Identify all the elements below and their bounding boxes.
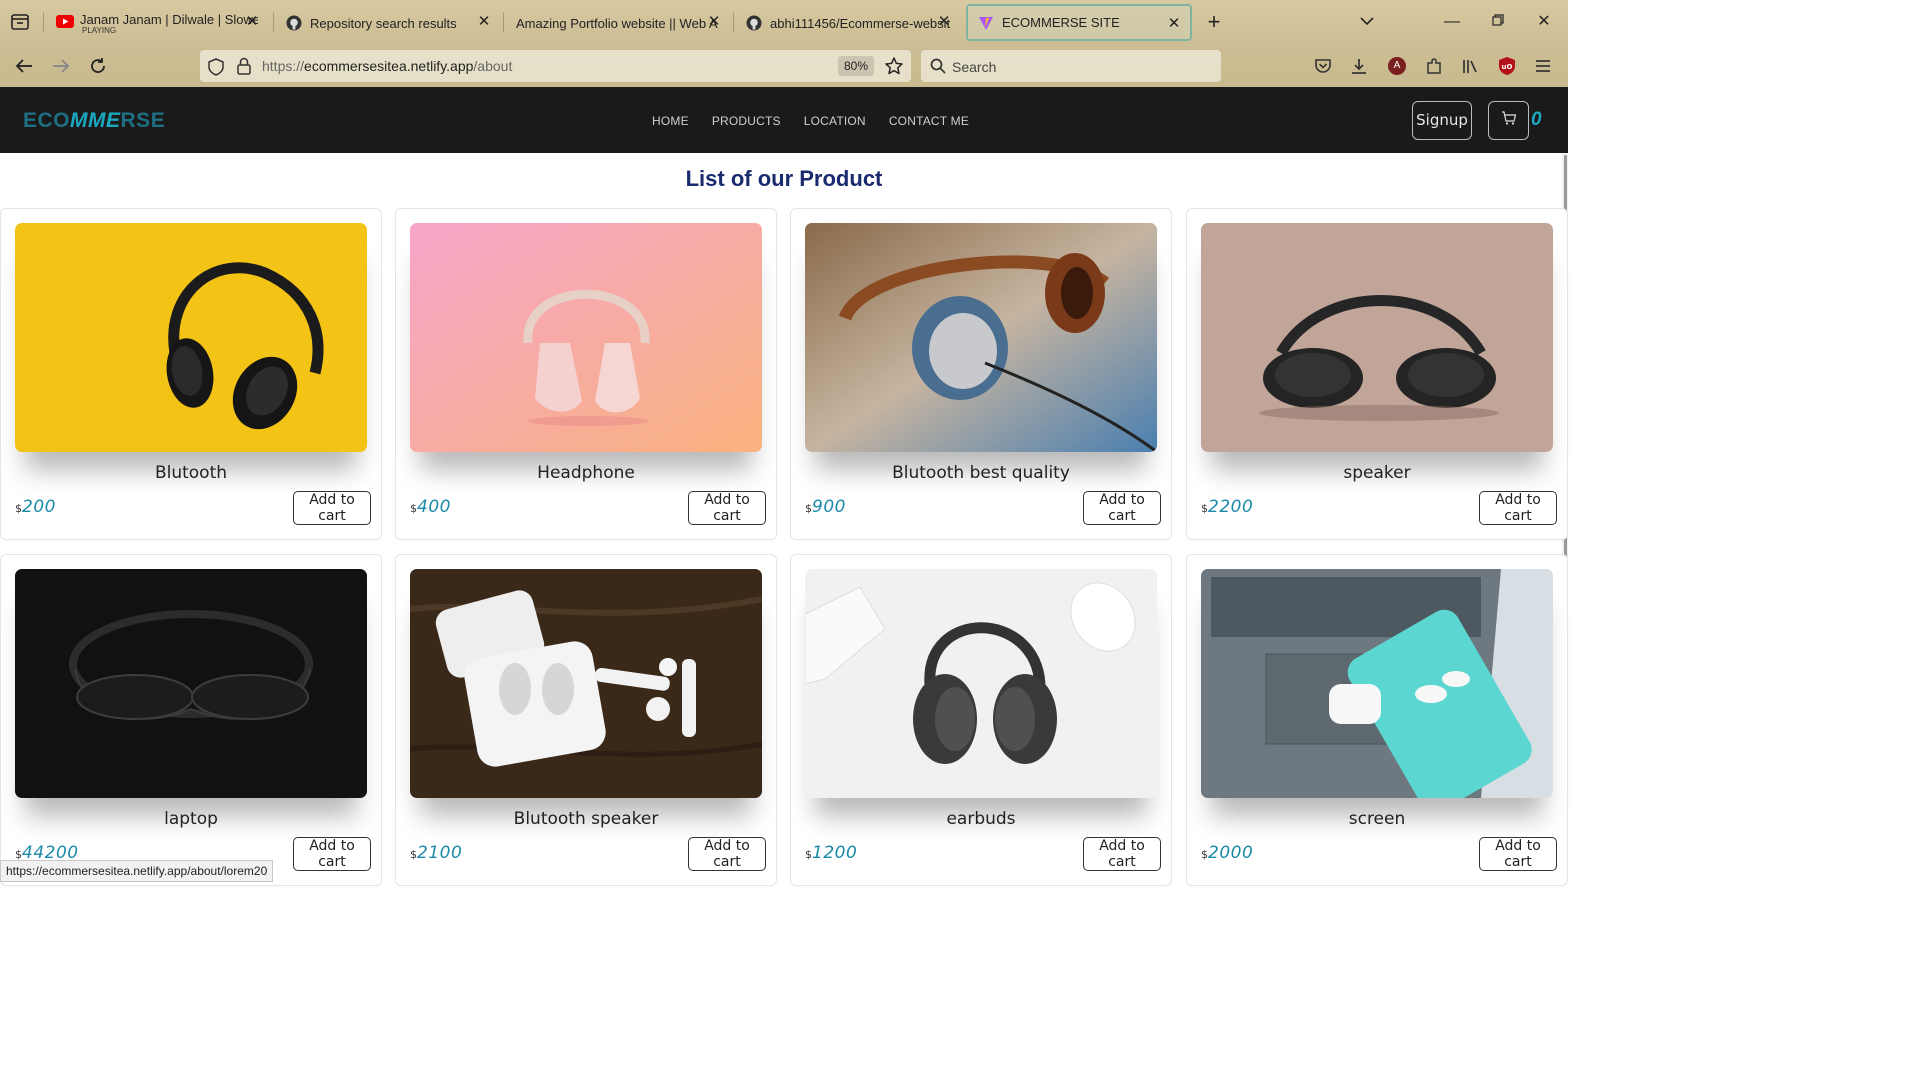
product-card: laptop $44200 Add to cart	[0, 554, 382, 886]
site-logo[interactable]: ECOMMERSE	[23, 109, 165, 133]
cart-button[interactable]	[1488, 101, 1529, 140]
tab-overflow-icon[interactable]	[1355, 10, 1379, 34]
add-to-cart-button[interactable]: Add to cart	[1083, 491, 1161, 525]
close-icon[interactable]: ✕	[936, 14, 952, 30]
search-icon	[930, 58, 946, 79]
product-card: Headphone $400 Add to cart	[395, 208, 777, 540]
tab-bar: Janam Janam | Dilwale | Slowed PLAYING ✕…	[0, 0, 1568, 44]
product-image[interactable]	[410, 223, 762, 452]
youtube-icon	[56, 15, 74, 31]
product-price: $2100	[410, 843, 463, 863]
product-image[interactable]	[805, 569, 1157, 798]
product-card: Blutooth best quality $900 Add to cart	[790, 208, 1172, 540]
star-icon[interactable]	[884, 56, 904, 81]
close-icon[interactable]: ✕	[706, 14, 722, 30]
menu-icon[interactable]	[1531, 54, 1555, 78]
account-avatar-icon[interactable]: A	[1385, 54, 1409, 78]
product-card: screen $2000 Add to cart	[1186, 554, 1568, 886]
close-icon[interactable]: ✕	[476, 14, 492, 30]
product-name: Blutooth best quality	[892, 463, 1070, 483]
product-card: Blutooth $200 Add to cart	[0, 208, 382, 540]
add-to-cart-button[interactable]: Add to cart	[1479, 837, 1557, 871]
tab-repo-search[interactable]: Repository search results ✕	[276, 4, 500, 42]
cart-icon	[1501, 110, 1517, 131]
nav-products[interactable]: PRODUCTS	[712, 114, 781, 128]
search-bar[interactable]: Search	[921, 50, 1221, 82]
minimize-icon[interactable]: —	[1440, 10, 1464, 34]
product-price: $400	[410, 497, 451, 517]
ublock-origin-icon[interactable]: uO	[1495, 54, 1519, 78]
extensions-icon[interactable]	[1422, 54, 1446, 78]
browser-chrome: Janam Janam | Dilwale | Slowed PLAYING ✕…	[0, 0, 1568, 87]
library-icon[interactable]	[1458, 54, 1482, 78]
product-price: $2200	[1201, 497, 1254, 517]
download-icon[interactable]	[1347, 54, 1371, 78]
add-to-cart-button[interactable]: Add to cart	[293, 837, 371, 871]
github-icon	[746, 15, 762, 31]
tab-portfolio[interactable]: Amazing Portfolio website || Web A ✕	[506, 4, 730, 42]
close-icon[interactable]: ✕	[244, 14, 260, 30]
url-text: https://ecommersesitea.netlify.app/about	[262, 58, 513, 74]
product-card: Blutooth speaker $2100 Add to cart	[395, 554, 777, 886]
product-image[interactable]	[410, 569, 762, 798]
product-name: earbuds	[946, 809, 1016, 829]
vite-icon	[978, 15, 994, 31]
add-to-cart-button[interactable]: Add to cart	[1479, 491, 1557, 525]
add-to-cart-button[interactable]: Add to cart	[1083, 837, 1161, 871]
close-icon[interactable]: ✕	[1166, 16, 1182, 32]
tab-ecommerse-site[interactable]: ECOMMERSE SITE ✕	[966, 4, 1192, 41]
product-price: $200	[15, 497, 56, 517]
lock-icon[interactable]	[237, 57, 251, 80]
add-to-cart-button[interactable]: Add to cart	[293, 491, 371, 525]
product-name: speaker	[1343, 463, 1411, 483]
nav-contact[interactable]: CONTACT ME	[889, 114, 969, 128]
new-tab-button[interactable]: +	[1202, 10, 1226, 34]
reload-icon[interactable]	[86, 54, 110, 78]
site-nav: HOME PRODUCTS LOCATION CONTACT ME	[652, 114, 969, 128]
shield-icon[interactable]	[208, 58, 224, 81]
product-name: Blutooth speaker	[513, 809, 659, 829]
svg-text:uO: uO	[1502, 63, 1513, 71]
restore-icon[interactable]	[1486, 10, 1510, 34]
product-name: Headphone	[537, 463, 635, 483]
product-image[interactable]	[1201, 223, 1553, 452]
page-title: List of our Product	[685, 166, 883, 191]
nav-toolbar: https://ecommersesitea.netlify.app/about…	[0, 44, 1568, 87]
cart-count: 0	[1531, 109, 1542, 130]
close-window-icon[interactable]: ✕	[1532, 10, 1556, 34]
forward-icon[interactable]	[49, 54, 73, 78]
back-icon[interactable]	[12, 54, 36, 78]
address-bar[interactable]: https://ecommersesitea.netlify.app/about…	[200, 50, 911, 82]
nav-home[interactable]: HOME	[652, 114, 689, 128]
tab-list-icon[interactable]	[8, 10, 32, 34]
product-image[interactable]	[15, 223, 367, 452]
product-price: $900	[805, 497, 846, 517]
status-bar-url: https://ecommersesitea.netlify.app/about…	[0, 860, 274, 882]
signup-button[interactable]: Signup	[1412, 101, 1472, 140]
tab-youtube[interactable]: Janam Janam | Dilwale | Slowed PLAYING ✕	[46, 4, 268, 42]
product-image[interactable]	[15, 569, 367, 798]
add-to-cart-button[interactable]: Add to cart	[688, 837, 766, 871]
product-price: $1200	[805, 843, 858, 863]
product-price: $2000	[1201, 843, 1254, 863]
product-name: Blutooth	[154, 463, 228, 483]
product-name: screen	[1348, 809, 1406, 829]
product-name: laptop	[164, 809, 218, 829]
pocket-icon[interactable]	[1311, 54, 1335, 78]
github-icon	[286, 15, 302, 31]
product-card: speaker $2200 Add to cart	[1186, 208, 1568, 540]
product-image[interactable]	[1201, 569, 1553, 798]
tab-github-repo[interactable]: abhi111456/Ecommerse-website ✕	[736, 4, 960, 42]
site-header: ECOMMERSE HOME PRODUCTS LOCATION CONTACT…	[0, 87, 1568, 153]
product-image[interactable]	[805, 223, 1157, 452]
product-card: earbuds $1200 Add to cart	[790, 554, 1172, 886]
zoom-indicator[interactable]: 80%	[838, 56, 875, 76]
nav-location[interactable]: LOCATION	[804, 114, 866, 128]
search-input[interactable]: Search	[952, 59, 996, 75]
add-to-cart-button[interactable]: Add to cart	[688, 491, 766, 525]
